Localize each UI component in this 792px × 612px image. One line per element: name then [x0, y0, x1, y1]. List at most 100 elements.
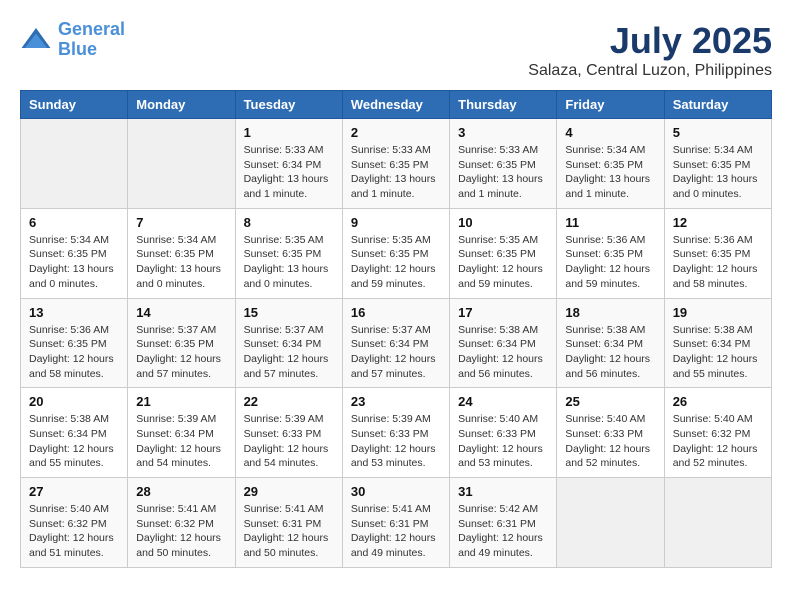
logo: General Blue — [20, 20, 125, 60]
calendar-cell: 15 Sunrise: 5:37 AMSunset: 6:34 PMDayligh… — [235, 298, 342, 388]
calendar-cell: 25 Sunrise: 5:40 AMSunset: 6:33 PMDayligh… — [557, 388, 664, 478]
calendar-week-row: 27 Sunrise: 5:40 AMSunset: 6:32 PMDayligh… — [21, 478, 772, 568]
calendar-cell: 31 Sunrise: 5:42 AMSunset: 6:31 PMDayligh… — [450, 478, 557, 568]
day-info: Sunrise: 5:35 AMSunset: 6:35 PMDaylight:… — [458, 233, 548, 292]
weekday-header: Monday — [128, 91, 235, 119]
subtitle: Salaza, Central Luzon, Philippines — [528, 62, 772, 80]
day-info: Sunrise: 5:37 AMSunset: 6:34 PMDaylight:… — [244, 323, 334, 382]
day-number: 22 — [244, 394, 334, 409]
day-number: 20 — [29, 394, 119, 409]
day-number: 19 — [673, 305, 763, 320]
calendar-cell: 8 Sunrise: 5:35 AMSunset: 6:35 PMDaylight… — [235, 208, 342, 298]
calendar-cell: 11 Sunrise: 5:36 AMSunset: 6:35 PMDayligh… — [557, 208, 664, 298]
day-number: 18 — [565, 305, 655, 320]
day-number: 5 — [673, 125, 763, 140]
day-number: 29 — [244, 484, 334, 499]
logo-icon — [20, 24, 52, 56]
calendar-cell: 22 Sunrise: 5:39 AMSunset: 6:33 PMDayligh… — [235, 388, 342, 478]
day-number: 14 — [136, 305, 226, 320]
day-number: 28 — [136, 484, 226, 499]
logo-text: General Blue — [58, 20, 125, 60]
calendar-cell: 5 Sunrise: 5:34 AMSunset: 6:35 PMDaylight… — [664, 119, 771, 209]
day-info: Sunrise: 5:40 AMSunset: 6:32 PMDaylight:… — [29, 502, 119, 561]
calendar-cell — [128, 119, 235, 209]
day-info: Sunrise: 5:40 AMSunset: 6:32 PMDaylight:… — [673, 412, 763, 471]
calendar-cell: 26Sunrise: 5:40 AMSunset: 6:32 PMDayligh… — [664, 388, 771, 478]
day-info: Sunrise: 5:37 AMSunset: 6:34 PMDaylight:… — [351, 323, 441, 382]
day-number: 3 — [458, 125, 548, 140]
day-number: 31 — [458, 484, 548, 499]
calendar-week-row: 20 Sunrise: 5:38 AMSunset: 6:34 PMDayligh… — [21, 388, 772, 478]
day-number: 11 — [565, 215, 655, 230]
calendar-week-row: 6 Sunrise: 5:34 AMSunset: 6:35 PMDaylight… — [21, 208, 772, 298]
day-number: 8 — [244, 215, 334, 230]
day-info: Sunrise: 5:38 AMSunset: 6:34 PMDaylight:… — [29, 412, 119, 471]
day-info: Sunrise: 5:41 AMSunset: 6:31 PMDaylight:… — [351, 502, 441, 561]
calendar-cell: 9Sunrise: 5:35 AMSunset: 6:35 PMDaylight… — [342, 208, 449, 298]
calendar-cell: 3 Sunrise: 5:33 AMSunset: 6:35 PMDaylight… — [450, 119, 557, 209]
calendar-cell: 24 Sunrise: 5:40 AMSunset: 6:33 PMDayligh… — [450, 388, 557, 478]
day-number: 24 — [458, 394, 548, 409]
weekday-header: Thursday — [450, 91, 557, 119]
calendar-cell: 28 Sunrise: 5:41 AMSunset: 6:32 PMDayligh… — [128, 478, 235, 568]
calendar-cell: 18 Sunrise: 5:38 AMSunset: 6:34 PMDayligh… — [557, 298, 664, 388]
day-number: 12 — [673, 215, 763, 230]
calendar-cell: 2 Sunrise: 5:33 AMSunset: 6:35 PMDaylight… — [342, 119, 449, 209]
day-info: Sunrise: 5:34 AMSunset: 6:35 PMDaylight:… — [136, 233, 226, 292]
calendar-header-row: SundayMondayTuesdayWednesdayThursdayFrid… — [21, 91, 772, 119]
day-info: Sunrise: 5:34 AMSunset: 6:35 PMDaylight:… — [673, 143, 763, 202]
calendar-cell: 7Sunrise: 5:34 AMSunset: 6:35 PMDaylight… — [128, 208, 235, 298]
calendar-cell: 27 Sunrise: 5:40 AMSunset: 6:32 PMDayligh… — [21, 478, 128, 568]
day-info: Sunrise: 5:39 AMSunset: 6:34 PMDaylight:… — [136, 412, 226, 471]
day-info: Sunrise: 5:33 AMSunset: 6:35 PMDaylight:… — [351, 143, 441, 202]
day-info: Sunrise: 5:41 AMSunset: 6:32 PMDaylight:… — [136, 502, 226, 561]
day-info: Sunrise: 5:34 AMSunset: 6:35 PMDaylight:… — [565, 143, 655, 202]
day-info: Sunrise: 5:38 AMSunset: 6:34 PMDaylight:… — [673, 323, 763, 382]
day-number: 25 — [565, 394, 655, 409]
day-number: 1 — [244, 125, 334, 140]
day-info: Sunrise: 5:35 AMSunset: 6:35 PMDaylight:… — [351, 233, 441, 292]
weekday-header: Friday — [557, 91, 664, 119]
day-info: Sunrise: 5:36 AMSunset: 6:35 PMDaylight:… — [673, 233, 763, 292]
day-info: Sunrise: 5:42 AMSunset: 6:31 PMDaylight:… — [458, 502, 548, 561]
weekday-header: Saturday — [664, 91, 771, 119]
day-info: Sunrise: 5:33 AMSunset: 6:34 PMDaylight:… — [244, 143, 334, 202]
calendar-cell: 12 Sunrise: 5:36 AMSunset: 6:35 PMDayligh… — [664, 208, 771, 298]
calendar-cell — [664, 478, 771, 568]
weekday-header: Sunday — [21, 91, 128, 119]
calendar-cell: 20 Sunrise: 5:38 AMSunset: 6:34 PMDayligh… — [21, 388, 128, 478]
calendar-week-row: 13 Sunrise: 5:36 AMSunset: 6:35 PMDayligh… — [21, 298, 772, 388]
calendar-cell: 1 Sunrise: 5:33 AMSunset: 6:34 PMDaylight… — [235, 119, 342, 209]
day-info: Sunrise: 5:36 AMSunset: 6:35 PMDaylight:… — [565, 233, 655, 292]
day-number: 6 — [29, 215, 119, 230]
day-info: Sunrise: 5:35 AMSunset: 6:35 PMDaylight:… — [244, 233, 334, 292]
day-info: Sunrise: 5:33 AMSunset: 6:35 PMDaylight:… — [458, 143, 548, 202]
day-number: 23 — [351, 394, 441, 409]
calendar-week-row: 1 Sunrise: 5:33 AMSunset: 6:34 PMDaylight… — [21, 119, 772, 209]
day-info: Sunrise: 5:39 AMSunset: 6:33 PMDaylight:… — [244, 412, 334, 471]
day-number: 10 — [458, 215, 548, 230]
calendar-cell: 4 Sunrise: 5:34 AMSunset: 6:35 PMDaylight… — [557, 119, 664, 209]
calendar-cell: 13 Sunrise: 5:36 AMSunset: 6:35 PMDayligh… — [21, 298, 128, 388]
day-number: 2 — [351, 125, 441, 140]
calendar-cell: 21 Sunrise: 5:39 AMSunset: 6:34 PMDayligh… — [128, 388, 235, 478]
calendar-cell — [557, 478, 664, 568]
day-number: 21 — [136, 394, 226, 409]
day-info: Sunrise: 5:40 AMSunset: 6:33 PMDaylight:… — [565, 412, 655, 471]
calendar-table: SundayMondayTuesdayWednesdayThursdayFrid… — [20, 90, 772, 568]
day-number: 15 — [244, 305, 334, 320]
day-info: Sunrise: 5:37 AMSunset: 6:35 PMDaylight:… — [136, 323, 226, 382]
calendar-cell: 29Sunrise: 5:41 AMSunset: 6:31 PMDayligh… — [235, 478, 342, 568]
day-number: 13 — [29, 305, 119, 320]
day-info: Sunrise: 5:38 AMSunset: 6:34 PMDaylight:… — [565, 323, 655, 382]
day-info: Sunrise: 5:40 AMSunset: 6:33 PMDaylight:… — [458, 412, 548, 471]
day-number: 27 — [29, 484, 119, 499]
calendar-cell — [21, 119, 128, 209]
day-number: 4 — [565, 125, 655, 140]
calendar-cell: 14 Sunrise: 5:37 AMSunset: 6:35 PMDayligh… — [128, 298, 235, 388]
day-number: 17 — [458, 305, 548, 320]
calendar-cell: 17Sunrise: 5:38 AMSunset: 6:34 PMDayligh… — [450, 298, 557, 388]
day-info: Sunrise: 5:36 AMSunset: 6:35 PMDaylight:… — [29, 323, 119, 382]
calendar-cell: 23Sunrise: 5:39 AMSunset: 6:33 PMDayligh… — [342, 388, 449, 478]
calendar-cell: 19 Sunrise: 5:38 AMSunset: 6:34 PMDayligh… — [664, 298, 771, 388]
